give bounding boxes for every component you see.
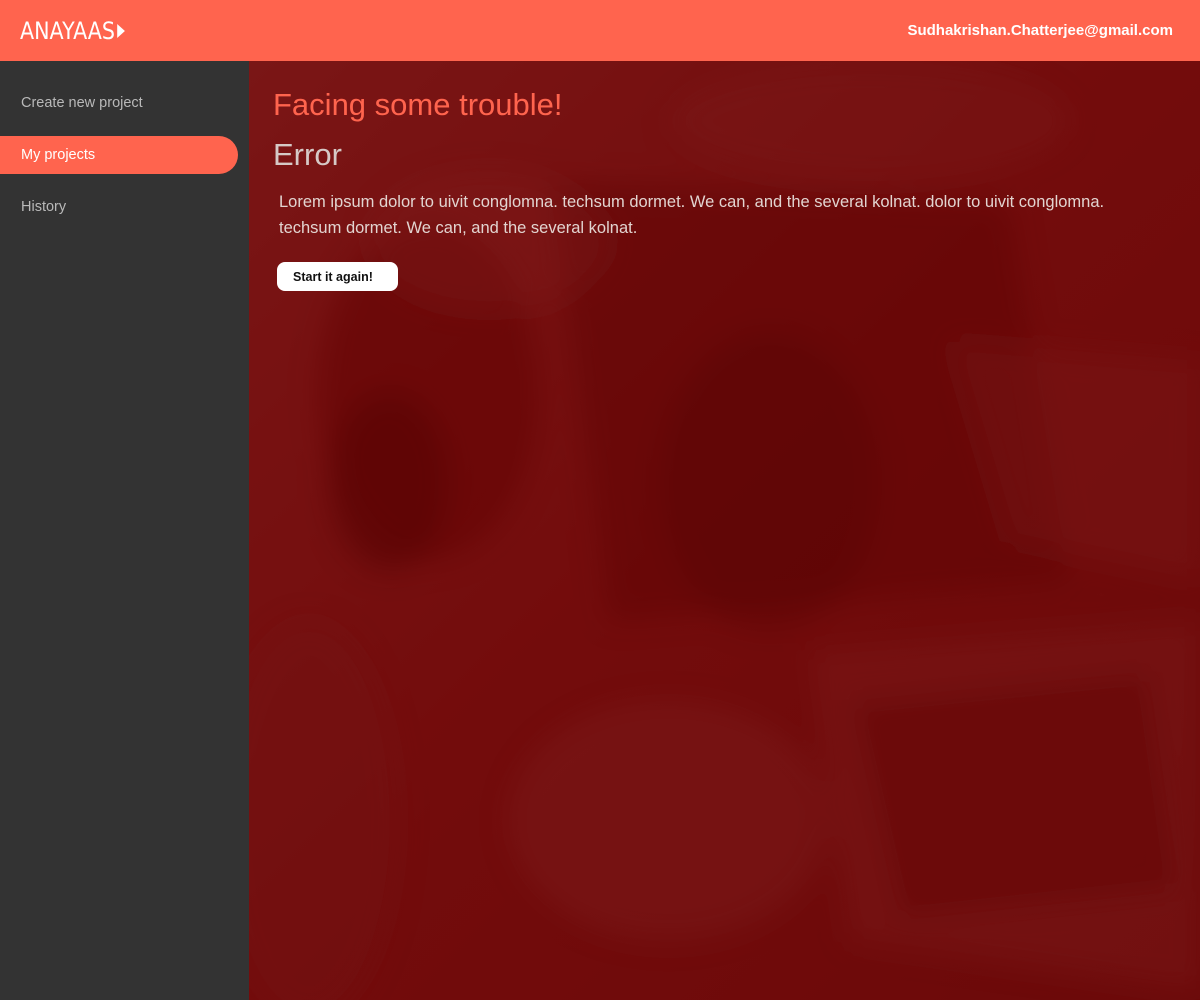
sidebar-item-label: My projects — [21, 147, 96, 163]
top-bar: ANAYAAS Sudhakrishan.Chatterjee@gmail.co… — [0, 0, 1200, 61]
user-email[interactable]: Sudhakrishan.Chatterjee@gmail.com — [907, 22, 1173, 39]
sidebar-item-create-new-project[interactable]: Create new project — [0, 84, 238, 122]
logo-text: ANAYAAS — [20, 16, 116, 45]
error-panel: Facing some trouble! Error Lorem ipsum d… — [273, 87, 1173, 291]
error-title: Error — [273, 137, 342, 172]
sidebar-item-label: Create new project — [21, 95, 143, 111]
sidebar-item-history[interactable]: History — [0, 188, 238, 226]
play-triangle-icon — [117, 23, 126, 38]
start-again-button[interactable]: Start it again! — [277, 262, 398, 291]
app-logo[interactable]: ANAYAAS — [20, 16, 126, 45]
sidebar: Create new project My projects History — [0, 61, 249, 1000]
main-content: Facing some trouble! Error Lorem ipsum d… — [249, 61, 1200, 1000]
error-description: Lorem ipsum dolor to uivit conglomna. te… — [279, 193, 1105, 237]
sidebar-item-my-projects[interactable]: My projects — [0, 136, 238, 174]
page-title: Facing some trouble! — [273, 87, 563, 122]
sidebar-item-label: History — [21, 199, 67, 215]
